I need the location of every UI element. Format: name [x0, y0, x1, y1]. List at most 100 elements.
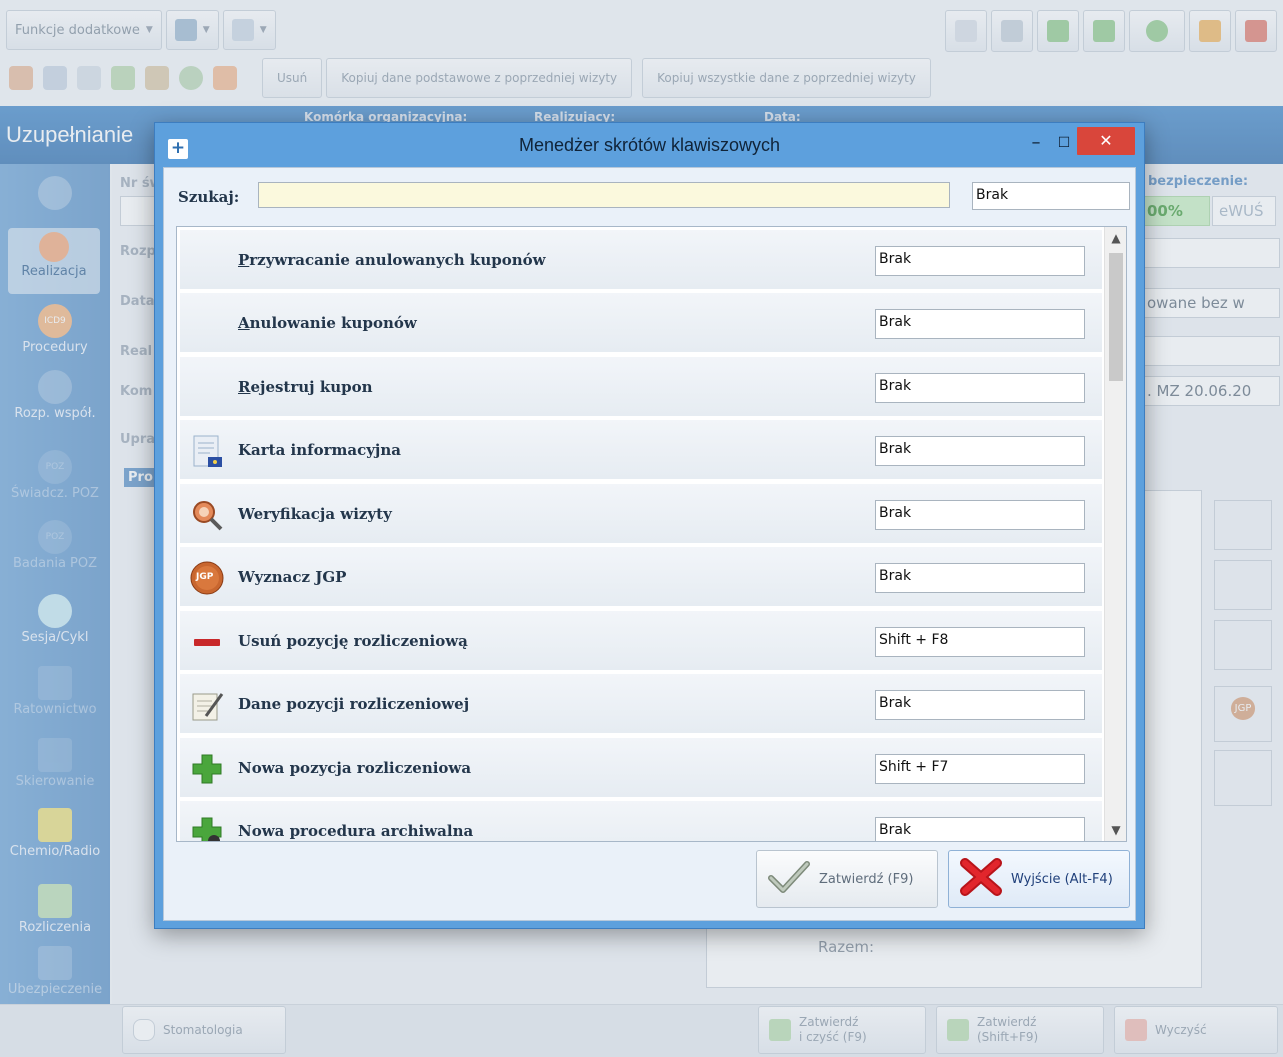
- list-item[interactable]: Nowa procedura archiwalna Brak: [180, 801, 1102, 841]
- minimize-button[interactable]: –: [1021, 128, 1051, 158]
- up-button[interactable]: [1083, 10, 1125, 52]
- plus-icon: [190, 752, 224, 786]
- document-eu-icon: [190, 434, 224, 468]
- verify-visit-button[interactable]: [1214, 750, 1272, 806]
- list-item[interactable]: Usuń pozycję rozliczeniową Shift + F8: [180, 611, 1102, 672]
- shortcut-key-field[interactable]: Brak: [875, 373, 1085, 403]
- list-item[interactable]: Nowa pozycja rozliczeniowa Shift + F7: [180, 738, 1102, 799]
- secondary-toolbar: Usuń Kopiuj dane podstawowe z poprzednie…: [6, 58, 931, 98]
- copy-basic-data-button[interactable]: Kopiuj dane podstawowe z poprzedniej wiz…: [326, 58, 633, 98]
- exit-button[interactable]: Wyjście (Alt-F4): [948, 850, 1130, 908]
- calendar-button[interactable]: [40, 58, 70, 98]
- print-button[interactable]: ▼: [165, 10, 219, 50]
- documents-button[interactable]: [108, 58, 138, 98]
- nav-item-ubezpieczenie[interactable]: Ubezpieczenie: [0, 946, 110, 997]
- search-input[interactable]: [258, 182, 950, 208]
- extra-functions-button[interactable]: Funkcje dodatkowe ▼: [6, 10, 162, 50]
- delete-button[interactable]: Usuń: [262, 58, 323, 98]
- edit-position-button[interactable]: [1214, 560, 1272, 610]
- network-button[interactable]: [991, 10, 1033, 52]
- patients-button[interactable]: [142, 58, 172, 98]
- plus-archive-icon: [190, 815, 224, 841]
- eraser-icon: [1125, 1019, 1147, 1041]
- ewus-button[interactable]: eWUŚ: [1212, 196, 1276, 226]
- list-item[interactable]: Weryfikacja wizyty Brak: [180, 484, 1102, 545]
- realizer-field-label: Real: [120, 344, 153, 359]
- diagnosis-select[interactable]: [1140, 238, 1280, 268]
- nav-up-arrow[interactable]: [0, 176, 110, 212]
- list-item[interactable]: Przywracanie anulowanych kuponów Brak: [180, 230, 1102, 291]
- close-button[interactable]: ✕: [1077, 127, 1135, 155]
- regulation-select[interactable]: . MZ 20.06.20: [1140, 376, 1280, 406]
- list-item[interactable]: Anulowanie kuponów Brak: [180, 293, 1102, 354]
- confirm-shift-button[interactable]: Zatwierdź (Shift+F9): [936, 1006, 1104, 1054]
- dental-label: Stomatologia: [163, 1023, 243, 1037]
- jgp-button[interactable]: JGP: [1214, 686, 1272, 742]
- ambulance-icon: [38, 666, 72, 700]
- home-button[interactable]: [6, 58, 36, 98]
- list-item[interactable]: Rejestruj kupon Brak: [180, 357, 1102, 418]
- nav-item-badania-poz[interactable]: POZ Badania POZ: [0, 520, 110, 571]
- search-shortcut-field[interactable]: Brak: [972, 182, 1130, 210]
- nav-item-chemio-radio[interactable]: Chemio/Radio: [0, 808, 110, 859]
- confirm-button[interactable]: Zatwierdź (F9): [756, 850, 938, 908]
- realizer-field[interactable]: [1140, 336, 1280, 366]
- stethoscope-button[interactable]: [74, 58, 104, 98]
- shortcut-key-field[interactable]: Brak: [875, 817, 1085, 841]
- lock-icon: [1199, 20, 1221, 42]
- shortcut-label: Nowa pozycja rozliczeniowa: [238, 759, 472, 777]
- clear-button[interactable]: Wyczyść: [1114, 1006, 1278, 1054]
- nav-item-ratownictwo[interactable]: Ratownictwo: [0, 666, 110, 717]
- shortcut-label: Weryfikacja wizyty: [238, 505, 392, 523]
- nav-item-skierowanie[interactable]: Skierowanie: [0, 738, 110, 789]
- back-button[interactable]: [1037, 10, 1079, 52]
- nav-item-swiadcz-poz[interactable]: POZ Świadcz. POZ: [0, 450, 110, 501]
- dialog-titlebar[interactable]: + Menedżer skrótów klawiszowych – ☐ ✕: [155, 123, 1144, 167]
- shortcut-key-field[interactable]: Shift + F8: [875, 627, 1085, 657]
- scroll-up-arrow-icon[interactable]: ▲: [1105, 227, 1126, 249]
- add-position-button[interactable]: [1214, 500, 1272, 550]
- nav-item-realizacja[interactable]: Realizacja: [8, 228, 100, 294]
- scroll-down-arrow-icon[interactable]: ▼: [1105, 819, 1126, 841]
- list-item[interactable]: Karta informacyjna Brak: [180, 420, 1102, 481]
- shortcut-key-field[interactable]: Brak: [875, 246, 1085, 276]
- jgp-icon: JGP: [1230, 697, 1256, 720]
- dialog-body: Szukaj: Brak Przywracanie anulowanych ku…: [163, 167, 1136, 921]
- stethoscope-icon: [38, 370, 72, 404]
- nav-item-label: Badania POZ: [12, 556, 98, 571]
- dental-button[interactable]: Stomatologia: [122, 1006, 286, 1054]
- remove-position-button[interactable]: [1214, 620, 1272, 670]
- vertical-scrollbar[interactable]: ▲ ▼: [1104, 227, 1126, 841]
- shortcut-key-field[interactable]: Brak: [875, 690, 1085, 720]
- nav-item-rozp-wspol[interactable]: Rozp. współ.: [0, 370, 110, 421]
- nav-item-sesja-cykl[interactable]: Sesja/Cykl: [0, 594, 110, 645]
- medical-button[interactable]: [210, 58, 240, 98]
- insurance-percent: 00%: [1140, 196, 1210, 226]
- mail-button[interactable]: [945, 10, 987, 52]
- layout-button[interactable]: ▼: [222, 10, 276, 50]
- power-button[interactable]: [1235, 10, 1277, 52]
- shortcut-key-field[interactable]: Brak: [875, 500, 1085, 530]
- help-button[interactable]: [1129, 10, 1185, 52]
- shortcut-key-field[interactable]: Brak: [875, 436, 1085, 466]
- entitlement-label: Upra: [120, 432, 156, 447]
- nav-item-rozliczenia[interactable]: Rozliczenia: [0, 884, 110, 935]
- copy-all-data-button[interactable]: Kopiuj wszystkie dane z poprzedniej wizy…: [642, 58, 931, 98]
- confirm-clear-button[interactable]: Zatwierdź i czyść (F9): [758, 1006, 926, 1054]
- shortcut-label: Rejestruj kupon: [238, 378, 373, 396]
- maximize-button[interactable]: ☐: [1049, 128, 1079, 158]
- shortcut-label: Wyznacz JGP: [238, 568, 347, 586]
- visit-number-field[interactable]: [120, 196, 156, 226]
- nav-item-procedury[interactable]: ICD9 Procedury: [0, 304, 110, 355]
- shortcut-key-field[interactable]: Brak: [875, 563, 1085, 593]
- shortcut-key-field[interactable]: Shift + F7: [875, 754, 1085, 784]
- scrollbar-thumb[interactable]: [1109, 253, 1123, 381]
- shortcut-key-field[interactable]: Brak: [875, 309, 1085, 339]
- list-item[interactable]: Dane pozycji rozliczeniowej Brak: [180, 674, 1102, 735]
- status-select[interactable]: owane bez w: [1140, 288, 1280, 318]
- clock-button[interactable]: [176, 58, 206, 98]
- top-right-toolbar: [945, 10, 1277, 52]
- shortcut-label: Karta informacyjna: [238, 441, 401, 459]
- list-item[interactable]: JGP Wyznacz JGP Brak: [180, 547, 1102, 608]
- lock-button[interactable]: [1189, 10, 1231, 52]
